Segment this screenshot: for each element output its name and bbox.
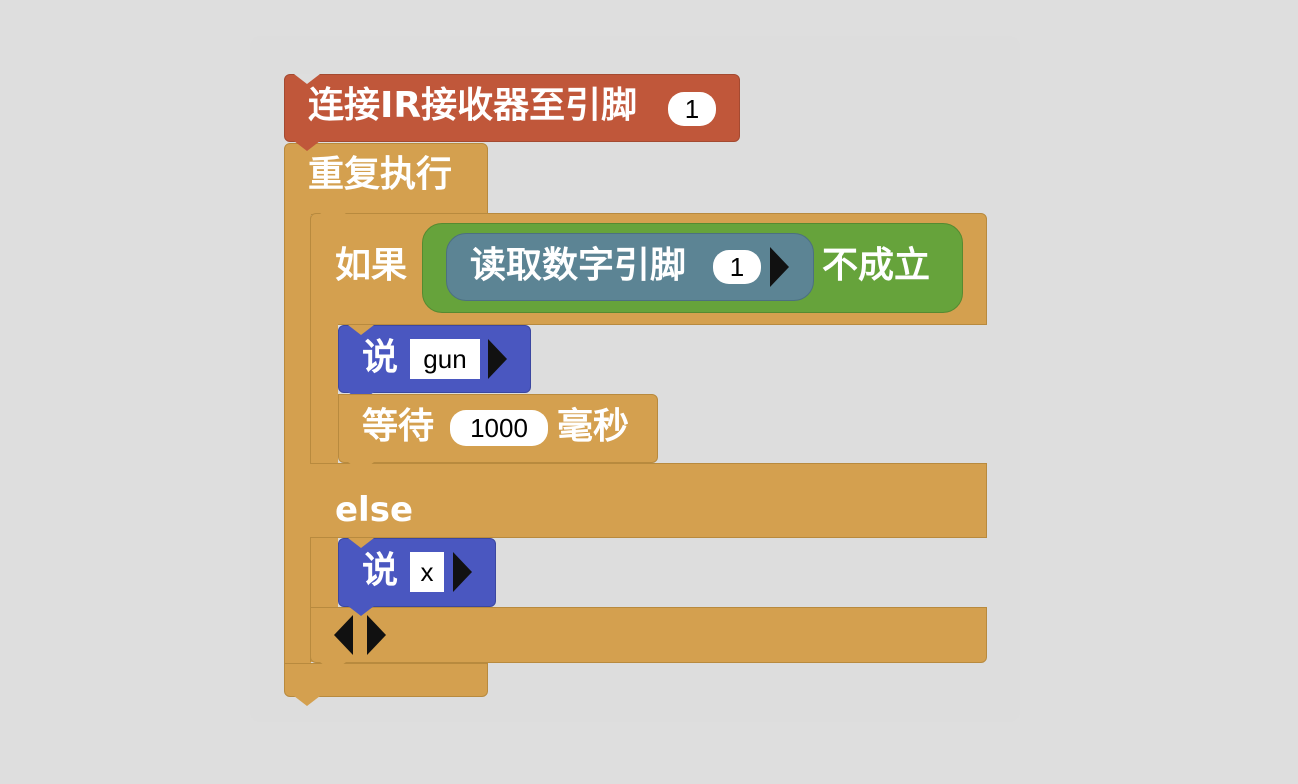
ir-setup-label: 连接IR接收器至引脚 — [308, 85, 638, 126]
if-label: 如果 — [335, 245, 408, 286]
digital-read-label: 读取数字引脚 — [470, 245, 687, 286]
if-else-bottom-notch — [320, 662, 346, 672]
say-else-label: 说 — [362, 550, 399, 591]
mutator-left-arrow-icon[interactable] — [334, 615, 353, 655]
not-label: 不成立 — [822, 245, 931, 286]
wait-unit-label: 毫秒 — [557, 406, 630, 447]
dropdown-arrow-icon[interactable] — [770, 247, 789, 287]
forever-label: 重复执行 — [308, 154, 453, 195]
if-top-notch — [320, 213, 346, 223]
say-then-label: 说 — [362, 337, 399, 378]
say-then-text-input[interactable]: gun — [410, 339, 480, 379]
say-else-text-input[interactable]: x — [410, 552, 444, 592]
forever-block-bottom — [284, 663, 488, 697]
dropdown-arrow-icon[interactable] — [488, 339, 507, 379]
say-then-top-notch — [348, 325, 374, 335]
ir-pin-input[interactable]: 1 — [668, 92, 716, 126]
forever-bottom-notch — [294, 696, 320, 706]
say-else-top-notch — [348, 538, 374, 548]
mutator-right-arrow-icon[interactable] — [367, 615, 386, 655]
wait-duration-input[interactable]: 1000 — [450, 410, 548, 446]
wait-label: 等待 — [362, 406, 435, 447]
wait-bottom-notch — [348, 462, 374, 472]
dropdown-arrow-icon[interactable] — [453, 552, 472, 592]
if-else-bottom — [310, 607, 987, 663]
ir-top-notch — [294, 74, 320, 84]
ir-bottom-notch — [294, 141, 320, 151]
else-label: else — [335, 490, 414, 530]
digital-pin-input[interactable]: 1 — [713, 250, 761, 284]
forever-block-arm — [284, 205, 311, 675]
